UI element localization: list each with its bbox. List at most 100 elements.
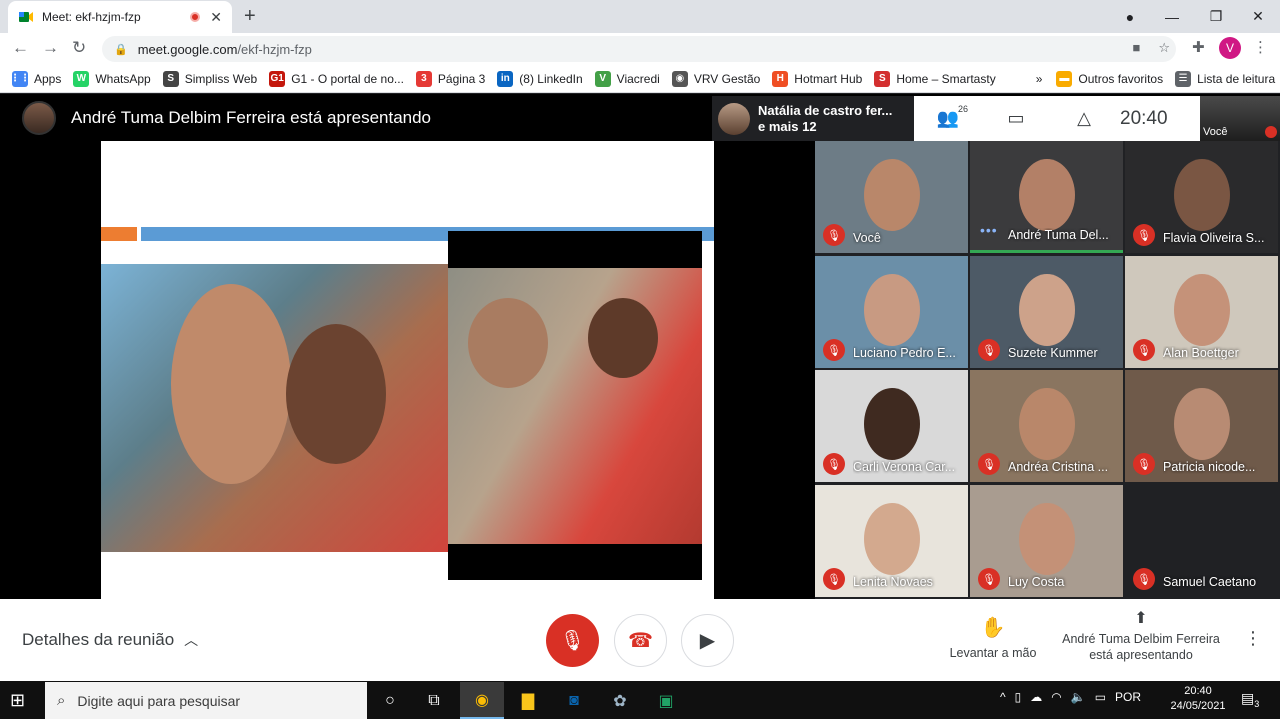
bookmark-icon: ▬ <box>1056 70 1073 87</box>
participant-tile[interactable]: 🎙 Alan Boettger <box>1125 256 1278 368</box>
others-line2: e mais 12 <box>758 118 817 134</box>
minimize-button[interactable]: — <box>1150 0 1194 33</box>
bookmark-item[interactable]: H Hotmart Hub <box>772 70 862 87</box>
participant-name: Samuel Caetano <box>1163 575 1257 589</box>
taskbar-clock[interactable]: 20:40 24/05/2021 <box>1168 684 1228 714</box>
wifi-icon[interactable]: ◠ <box>1051 690 1061 704</box>
close-window-button[interactable]: ✕ <box>1236 0 1280 33</box>
chrome-taskbar-icon[interactable]: ◉ <box>460 682 504 719</box>
participant-face <box>1173 388 1230 460</box>
new-tab-button[interactable]: + <box>244 5 256 28</box>
microphone-toggle-button[interactable]: 🎙 <box>546 614 599 667</box>
bookmark-item[interactable]: ◉ VRV Gestão <box>671 70 760 87</box>
participant-tile[interactable]: 🎙 Andréa Cristina ... <box>970 370 1123 482</box>
participant-tile[interactable]: 🎙 Lenita Novaes <box>815 485 968 597</box>
url-path: /ekf-hzjm-fzp <box>237 41 312 57</box>
participant-tile[interactable]: 🎙 Luy Costa <box>970 485 1123 597</box>
participant-tile[interactable]: 🎙 Flavia Oliveira S... <box>1125 141 1278 253</box>
present-now-button[interactable]: ⬆ André Tuma Delbim Ferreira está aprese… <box>1056 611 1226 663</box>
lock-icon: 🔒 <box>114 43 128 56</box>
excel-icon[interactable]: ▣ <box>644 682 688 719</box>
participant-tile[interactable]: 🎙 Luciano Pedro E... <box>815 256 968 368</box>
browser-toolbar: ← → ↻ 🔒 meet.google.com/ekf-hzjm-fzp ■ ☆… <box>0 33 1280 65</box>
participant-name: Luy Costa <box>1008 575 1065 589</box>
tab-close-icon[interactable]: ✕ <box>210 9 222 26</box>
meeting-clock: 20:40 <box>1120 107 1168 129</box>
windows-start-icon[interactable]: ⊞ <box>10 690 25 711</box>
activities-icon[interactable]: △ <box>1050 108 1118 129</box>
leave-call-button[interactable]: ☎ <box>614 614 667 667</box>
bookmark-label: Outros favoritos <box>1078 71 1164 86</box>
maximize-button[interactable]: ❐ <box>1194 0 1238 33</box>
chat-icon[interactable]: ▭ <box>982 108 1050 129</box>
speaking-indicator-icon: ••• <box>980 222 998 238</box>
bookmark-item[interactable]: G1 G1 - O portal de no... <box>269 70 404 87</box>
extensions-puzzle-icon[interactable]: ✚ <box>1192 38 1205 56</box>
browser-menu-icon[interactable]: ⋮ <box>1253 38 1268 56</box>
people-icon[interactable]: 👥 26 <box>914 104 982 129</box>
volume-icon[interactable]: 🔈 <box>1071 690 1086 704</box>
hand-icon: ✋ <box>980 617 1006 639</box>
photo-person-boy <box>588 298 658 378</box>
more-options-icon[interactable]: ⋮ <box>1244 628 1262 649</box>
participant-face <box>1018 274 1075 346</box>
bookmark-star-icon[interactable]: ☆ <box>1158 40 1170 56</box>
bookmark-item[interactable]: ▬ Outros favoritos <box>1056 70 1164 87</box>
bookmark-label: (8) LinkedIn <box>519 71 583 86</box>
cortana-icon[interactable]: ○ <box>368 682 412 719</box>
participant-tile[interactable]: 🎙 Suzete Kummer <box>970 256 1123 368</box>
bookmark-item[interactable]: in (8) LinkedIn <box>497 70 583 87</box>
cloud-icon[interactable]: ☁ <box>1030 690 1042 704</box>
participant-name: Flavia Oliveira S... <box>1163 231 1265 245</box>
profile-avatar[interactable]: V <box>1219 37 1241 59</box>
bookmark-label: Página 3 <box>437 71 486 86</box>
taskbar-search-box[interactable]: ⌕ Digite aqui para pesquisar <box>45 682 367 719</box>
bookmark-label: Simpliss Web <box>184 71 258 86</box>
raise-hand-button[interactable]: ✋ Levantar a mão <box>945 615 1041 660</box>
participant-tile[interactable]: 🎙 Carli Verona Car... <box>815 370 968 482</box>
mic-off-icon: 🎙 <box>823 453 845 475</box>
language-indicator[interactable]: POR <box>1115 690 1141 704</box>
back-arrow-icon[interactable]: ← <box>12 38 29 58</box>
bookmark-item[interactable]: W WhatsApp <box>73 70 151 87</box>
participant-face <box>1173 274 1230 346</box>
mic-off-icon: 🎙 <box>823 224 845 246</box>
bookmark-item[interactable]: S Simpliss Web <box>162 70 258 87</box>
bookmark-item[interactable]: ⋮⋮ Apps <box>10 70 61 87</box>
bookmark-label: WhatsApp <box>95 71 151 86</box>
participant-name: Você <box>853 231 881 245</box>
tab-search-icon[interactable]: ● <box>1108 0 1152 33</box>
forward-arrow-icon[interactable]: → <box>42 38 59 58</box>
reload-icon[interactable]: ↻ <box>72 38 86 58</box>
bookmark-item[interactable]: S Home – Smartasty <box>874 70 996 87</box>
notifications-icon[interactable]: ▤3 <box>1241 690 1259 709</box>
url-host: meet.google.com <box>137 41 238 57</box>
photo-person-man <box>171 284 291 484</box>
bookmark-item[interactable]: » <box>1036 72 1043 86</box>
battery-icon[interactable]: ▭ <box>1095 690 1106 704</box>
chevron-up-icon[interactable]: ^ <box>1000 690 1006 704</box>
bookmark-item[interactable]: V Viacredi <box>594 70 660 87</box>
self-view-thumbnail[interactable]: Você <box>1200 96 1280 141</box>
other-participants-chip[interactable]: Natália de castro fer... e mais 12 <box>712 96 914 141</box>
network-app-icon[interactable]: ✿ <box>598 682 642 719</box>
participant-tile[interactable]: ••• André Tuma Del... <box>970 141 1123 253</box>
bookmark-item[interactable]: ☰ Lista de leitura <box>1175 70 1275 87</box>
address-bar[interactable]: 🔒 meet.google.com/ekf-hzjm-fzp ■ ☆ <box>102 36 1176 62</box>
participant-name: Suzete Kummer <box>1008 346 1098 360</box>
task-view-icon[interactable]: ⧉ <box>412 682 456 719</box>
participant-tile[interactable]: 🎙 Você <box>815 141 968 253</box>
outlook-icon[interactable]: ◙ <box>552 682 596 719</box>
participant-tile[interactable]: 🎙 Samuel Caetano <box>1125 485 1278 597</box>
meeting-details-button[interactable]: Detalhes da reunião ︿ <box>22 630 198 650</box>
participant-tile[interactable]: 🎙 Patricia nicode... <box>1125 370 1278 482</box>
taskbar-time: 20:40 <box>1184 685 1212 697</box>
tab-meet[interactable]: Meet: ekf-hzjm-fzp ✕ <box>8 1 232 33</box>
participant-name: André Tuma Del... <box>1008 228 1109 242</box>
file-explorer-icon[interactable]: ▇ <box>506 682 550 719</box>
bookmark-item[interactable]: 3 Página 3 <box>415 70 486 87</box>
camera-toggle-button[interactable]: ▶ <box>681 614 734 667</box>
participant-face <box>863 388 920 460</box>
device-icon[interactable]: ▯ <box>1015 690 1022 704</box>
camera-in-use-icon[interactable]: ■ <box>1132 40 1140 56</box>
